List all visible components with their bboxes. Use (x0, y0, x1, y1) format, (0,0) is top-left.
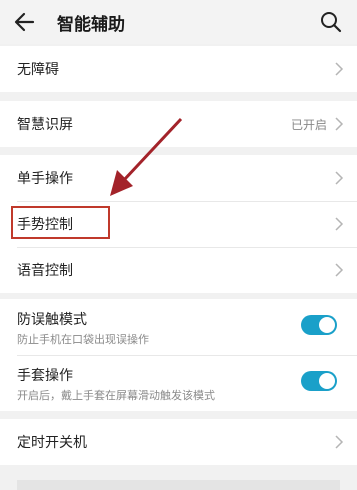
setting-label: 手套操作 (17, 368, 73, 384)
app-header: 智能辅助 (0, 0, 357, 44)
setting-label: 语音控制 (17, 263, 73, 279)
setting-row-accessibility[interactable]: 无障碍 (0, 46, 357, 92)
setting-row-smart-screen[interactable]: 智慧识屏 已开启 (0, 101, 357, 147)
chevron-right-icon (335, 263, 344, 277)
chevron-right-icon (335, 62, 344, 76)
arrow-left-icon[interactable] (12, 9, 38, 35)
setting-label: 单手操作 (17, 171, 73, 187)
setting-row-one-hand[interactable]: 单手操作 (0, 155, 357, 201)
toggle-knob (319, 317, 335, 333)
setting-label: 防误触模式 (17, 312, 87, 328)
setting-label: 智慧识屏 (17, 117, 73, 133)
bottom-card-edge (17, 480, 340, 490)
search-icon[interactable] (319, 10, 343, 34)
toggle-knob (319, 373, 335, 389)
setting-row-voice-control[interactable]: 语音控制 (0, 247, 357, 293)
setting-row-mistouch: 防误触模式 防止手机在口袋出现误操作 (0, 299, 357, 355)
setting-row-gesture-control[interactable]: 手势控制 (0, 201, 357, 247)
chevron-right-icon (335, 217, 344, 231)
settings-group-3: 单手操作 手势控制 语音控制 (0, 155, 357, 293)
setting-description: 开启后，戴上手套在屏幕滑动触发该模式 (17, 389, 215, 402)
settings-group-1: 无障碍 (0, 46, 357, 92)
chevron-right-icon (335, 117, 344, 131)
setting-label: 定时开关机 (17, 435, 87, 451)
setting-row-scheduled-power[interactable]: 定时开关机 (0, 419, 357, 465)
glove-mode-toggle[interactable] (301, 371, 337, 391)
setting-status: 已开启 (290, 118, 327, 132)
chevron-right-icon (335, 171, 344, 185)
chevron-right-icon (335, 435, 344, 449)
mistouch-toggle[interactable] (301, 315, 337, 335)
setting-row-glove-mode: 手套操作 开启后，戴上手套在屏幕滑动触发该模式 (0, 355, 357, 411)
settings-group-4: 防误触模式 防止手机在口袋出现误操作 手套操作 开启后，戴上手套在屏幕滑动触发该… (0, 299, 357, 411)
setting-label: 手势控制 (17, 217, 73, 233)
settings-group-5: 定时开关机 (0, 419, 357, 465)
settings-group-2: 智慧识屏 已开启 (0, 101, 357, 147)
setting-description: 防止手机在口袋出现误操作 (17, 333, 149, 346)
setting-label: 无障碍 (17, 62, 59, 78)
page-title: 智能辅助 (57, 15, 125, 35)
